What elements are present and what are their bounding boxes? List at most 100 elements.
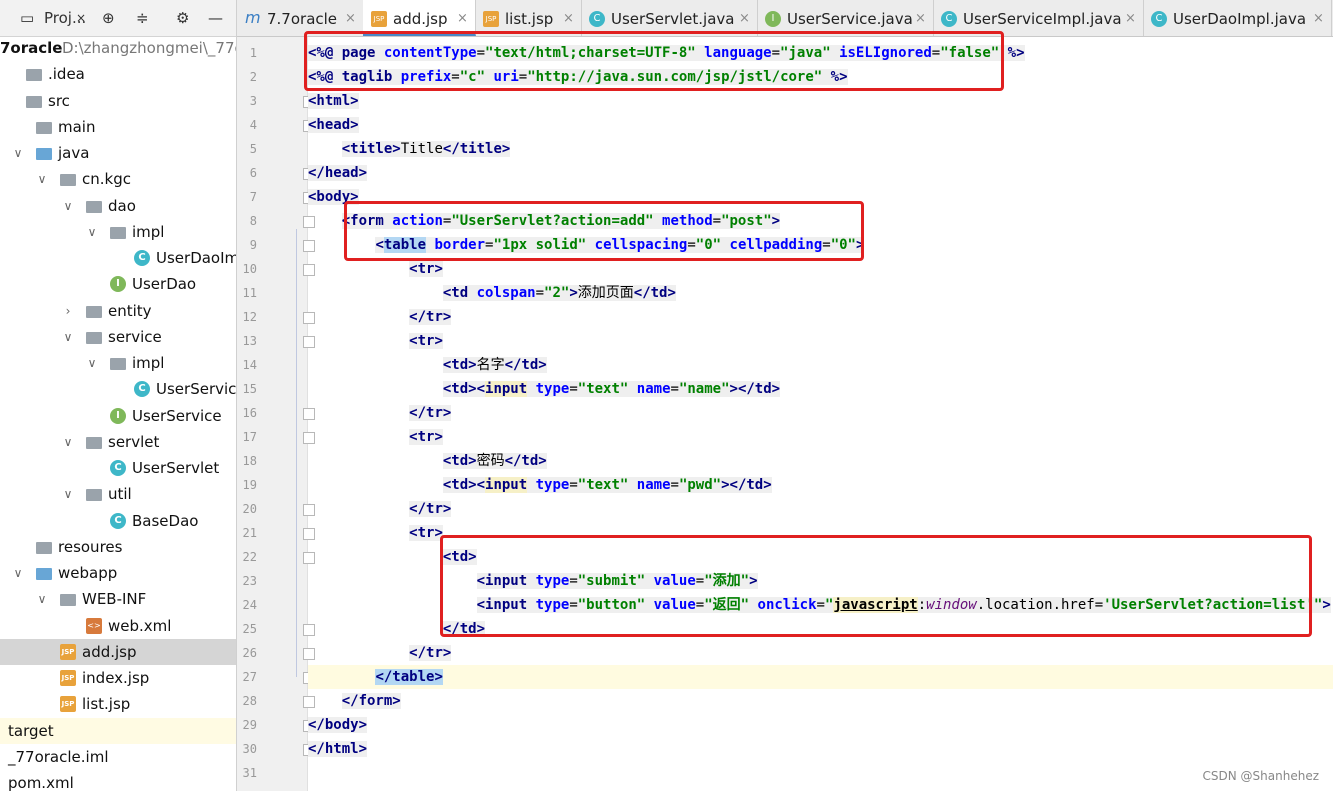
code-line-30[interactable]: </html> — [308, 737, 1333, 761]
tree-item[interactable]: <> web.xml — [0, 613, 236, 639]
tree-item-label: UserServlet — [132, 459, 220, 477]
chevron-down-icon[interactable]: ∨ — [11, 560, 25, 586]
project-close-icon[interactable]: × — [76, 8, 86, 28]
code-line-29[interactable]: </body> — [308, 713, 1333, 737]
tree-item[interactable]: › entity — [0, 298, 236, 324]
code-line-5[interactable]: <title>Title</title> — [308, 137, 1333, 161]
tree-item-label: main — [58, 117, 96, 136]
class-icon: C — [110, 512, 126, 529]
line-number: 14 — [242, 358, 257, 372]
tree-item-label: service — [108, 327, 162, 346]
folder-icon — [36, 541, 52, 554]
tree-item[interactable]: .idea — [0, 61, 236, 87]
chevron-down-icon[interactable]: ∨ — [35, 586, 49, 612]
tree-item[interactable]: main — [0, 114, 236, 140]
tree-item[interactable]: ∨ servlet — [0, 429, 236, 455]
tree-item[interactable]: C BaseDao — [0, 508, 236, 534]
source-folder-icon — [36, 148, 52, 160]
tree-item[interactable]: ∨ service — [0, 324, 236, 350]
code-line-28[interactable]: </form> — [308, 689, 1333, 713]
code-line-3[interactable]: <html> — [308, 89, 1333, 113]
code-line-17[interactable]: <tr> — [308, 425, 1333, 449]
chevron-down-icon[interactable]: ∨ — [61, 324, 75, 350]
tree-item-label: pom.xml — [8, 774, 74, 791]
tree-item-label: UserDao — [132, 275, 197, 294]
code-line-26[interactable]: </tr> — [308, 641, 1333, 665]
line-number: 29 — [242, 718, 257, 732]
folder-icon — [110, 358, 126, 370]
tree-item-label: impl — [132, 354, 165, 372]
chevron-down-icon[interactable]: ∨ — [61, 193, 75, 219]
jsp-icon: JSP — [371, 11, 387, 27]
chevron-down-icon[interactable]: ∨ — [35, 166, 49, 192]
code-line-14[interactable]: <td>名字</td> — [308, 353, 1333, 377]
code-line-31[interactable] — [308, 761, 1333, 785]
locate-icon[interactable]: ⊕ — [102, 8, 115, 28]
line-number: 13 — [242, 334, 257, 348]
code-line-11[interactable]: <td colspan="2">添加页面</td> — [308, 281, 1333, 305]
tree-item[interactable]: src — [0, 88, 236, 114]
jsp-file-icon: JSP — [60, 670, 76, 686]
tree-item[interactable]: ∨ cn.kgc — [0, 166, 236, 192]
collapse-icon[interactable]: ≑ — [136, 8, 149, 28]
chevron-down-icon[interactable]: ∨ — [61, 481, 75, 507]
tree-item[interactable]: I UserDao — [0, 271, 236, 297]
chevron-down-icon[interactable]: ∨ — [61, 429, 75, 455]
chevron-down-icon[interactable]: ∨ — [85, 350, 99, 376]
code-editor[interactable]: <%@ page contentType="text/html;charset=… — [296, 31, 1333, 791]
tree-item[interactable]: C UserServic — [0, 376, 236, 402]
tree-item[interactable]: ∨ dao — [0, 193, 236, 219]
tree-item[interactable]: I UserService — [0, 403, 236, 429]
code-line-19[interactable]: <td><input type="text" name="pwd"></td> — [308, 473, 1333, 497]
xml-file-icon: <> — [86, 617, 102, 634]
project-panel: ▭ Proj... × ⊕ ≑ ⚙ — 7oracle D:\zhangzhong… — [0, 0, 237, 791]
tree-item[interactable]: JSP index.jsp — [0, 665, 236, 691]
folder-icon — [60, 594, 76, 607]
tree-item[interactable]: resoures — [0, 534, 236, 560]
folder-icon — [86, 489, 102, 502]
code-line-18[interactable]: <td>密码</td> — [308, 449, 1333, 473]
code-line-12[interactable]: </tr> — [308, 305, 1333, 329]
code-line-13[interactable]: <tr> — [308, 329, 1333, 353]
chevron-right-icon[interactable]: › — [61, 298, 75, 324]
class-icon: C — [1151, 11, 1167, 27]
tree-item[interactable]: _77oracle.iml — [0, 744, 236, 770]
code-line-27[interactable]: </table> — [308, 665, 1333, 689]
module-path: D:\zhangzhongmei\_77o — [62, 39, 236, 57]
tree-item[interactable]: C UserServlet — [0, 455, 236, 481]
interface-icon: I — [110, 276, 126, 293]
tree-item[interactable]: ∨ impl — [0, 219, 236, 245]
code-line-16[interactable]: </tr> — [308, 401, 1333, 425]
tree-item[interactable]: ∨ java — [0, 140, 236, 166]
tree-item[interactable]: ∨ impl — [0, 350, 236, 376]
tree-item[interactable]: target — [0, 717, 236, 744]
tree-item[interactable]: pom.xml — [0, 770, 236, 791]
tree-item[interactable]: ∨ webapp — [0, 560, 236, 586]
tree-item[interactable]: JSP add.jsp — [0, 638, 236, 665]
code-line-15[interactable]: <td><input type="text" name="name"></td> — [308, 377, 1333, 401]
tab-close-icon[interactable]: × — [1313, 0, 1324, 36]
chevron-down-icon[interactable]: ∨ — [11, 140, 25, 166]
line-number: 19 — [242, 478, 257, 492]
code-line-4[interactable]: <head> — [308, 113, 1333, 137]
line-number: 10 — [242, 262, 257, 276]
minimize-icon[interactable]: — — [208, 8, 223, 28]
gear-icon[interactable]: ⚙ — [176, 8, 189, 28]
tree-item-label: BaseDao — [132, 511, 199, 530]
tree-item[interactable]: 7oracle D:\zhangzhongmei\_77o — [0, 35, 236, 61]
tab-close-icon[interactable]: × — [1125, 0, 1136, 36]
tab-6[interactable]: C UserDaoImpl.java × — [1143, 0, 1332, 36]
line-number: 26 — [242, 646, 257, 660]
line-number: 22 — [242, 550, 257, 564]
tree-item[interactable]: C UserDaoIm — [0, 245, 236, 271]
source-folder-icon — [36, 568, 52, 580]
chevron-down-icon[interactable]: ∨ — [85, 219, 99, 245]
code-line-20[interactable]: </tr> — [308, 497, 1333, 521]
code-line-6[interactable]: </head> — [308, 161, 1333, 185]
tree-item[interactable]: ∨ WEB-INF — [0, 586, 236, 612]
tree-item[interactable]: JSP list.jsp — [0, 691, 236, 717]
tree-item-label: util — [108, 485, 132, 504]
project-view-icon[interactable]: ▭ — [20, 8, 34, 28]
tree-item[interactable]: ∨ util — [0, 481, 236, 507]
tree-item-label: java — [58, 144, 90, 162]
